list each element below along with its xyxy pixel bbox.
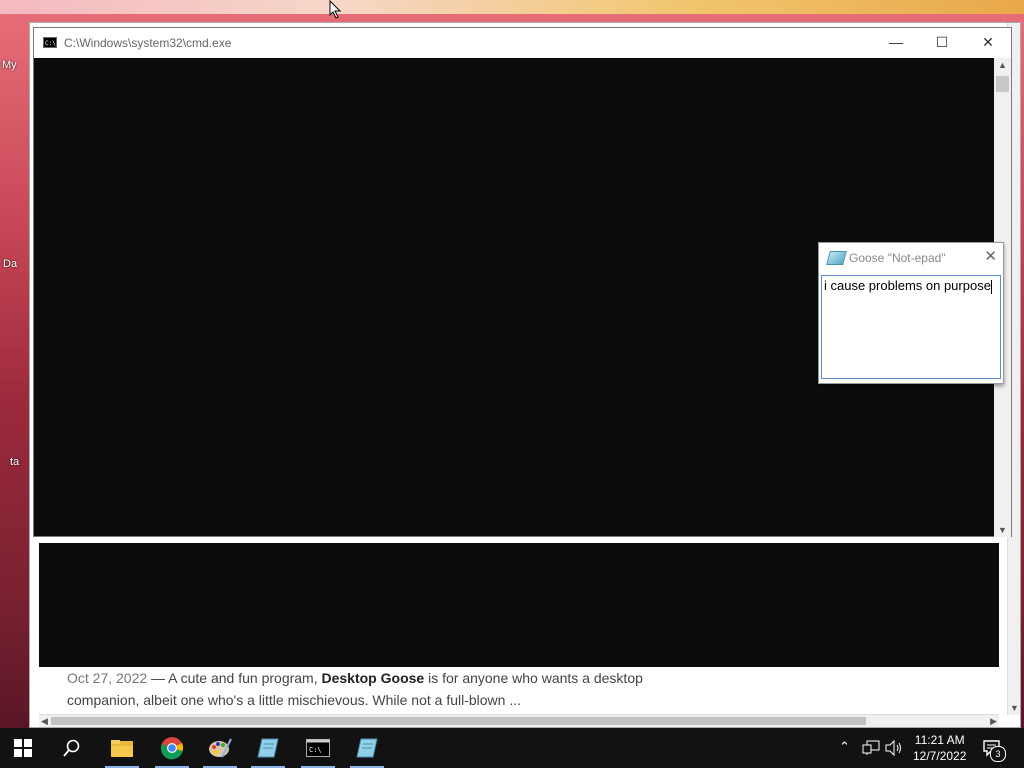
clock-time: 11:21 AM [914, 733, 965, 747]
horizontal-scroll-thumb[interactable] [51, 717, 866, 725]
svg-text:C:\: C:\ [309, 746, 322, 754]
taskbar-paint[interactable] [197, 728, 243, 768]
folder-icon [111, 740, 133, 757]
notepad-icon [257, 738, 279, 758]
desktop-icon-label-da[interactable]: Da [3, 258, 17, 270]
close-button[interactable]: ✕ [965, 28, 1011, 58]
search-result-snippet: Oct 27, 2022 — A cute and fun program, D… [67, 667, 667, 711]
maximize-button[interactable]: ☐ [919, 28, 965, 58]
action-center-button[interactable]: 3 [982, 738, 1006, 762]
scroll-down-arrow-icon[interactable]: ▼ [1010, 703, 1019, 713]
goose-notepad-title-bar[interactable]: Goose "Not-epad" ✕ [819, 243, 1003, 272]
mouse-cursor-icon [329, 0, 342, 19]
goose-notepad-title: Goose "Not-epad" [849, 251, 946, 265]
browser-dark-content [39, 543, 999, 667]
volume-icon[interactable] [885, 740, 903, 756]
scroll-up-arrow-icon[interactable]: ▲ [998, 60, 1007, 70]
taskbar-goose-notepad[interactable] [245, 728, 291, 768]
cmd-title-bar[interactable]: C:\ C:\Windows\system32\cmd.exe — ☐ ✕ [34, 28, 1011, 58]
search-icon [63, 739, 80, 757]
goose-notepad-text-area[interactable]: i cause problems on purpose [821, 275, 1001, 379]
taskbar-chrome[interactable] [149, 728, 195, 768]
start-button[interactable] [0, 728, 46, 768]
goose-note-text: i cause problems on purpose [824, 278, 991, 293]
wallpaper-top-strip [0, 0, 1024, 14]
text-caret [990, 279, 992, 294]
paint-palette-icon [209, 738, 232, 758]
search-button[interactable] [49, 728, 95, 768]
snippet-bold-term: Desktop Goose [321, 670, 425, 686]
chrome-icon [161, 737, 184, 760]
network-icon[interactable] [862, 740, 880, 756]
snippet-date: Oct 27, 2022 [67, 670, 148, 686]
minimize-button[interactable]: — [873, 28, 919, 58]
desktop-icon-label-my[interactable]: My [2, 59, 17, 71]
close-icon[interactable]: ✕ [984, 247, 997, 265]
notification-count-badge: 3 [990, 746, 1006, 762]
cmd-app-icon: C:\ [43, 37, 57, 48]
notepad-icon [356, 738, 378, 758]
notepad-icon [826, 251, 847, 265]
desktop-icon-label-ta[interactable]: ta [10, 456, 19, 468]
goose-notepad-window[interactable]: Goose "Not-epad" ✕ i cause problems on p… [818, 242, 1004, 384]
chevron-up-icon[interactable]: ⌃ [839, 739, 850, 755]
windows-logo-icon [14, 739, 32, 757]
taskbar-file-explorer[interactable] [99, 728, 145, 768]
scroll-left-arrow-icon[interactable]: ◀ [41, 716, 48, 727]
cmd-window-title: C:\Windows\system32\cmd.exe [64, 36, 232, 50]
scroll-right-arrow-icon[interactable]: ▶ [990, 716, 997, 727]
taskbar-cmd[interactable]: C:\ [295, 728, 341, 768]
clock[interactable]: 11:21 AM 12/7/2022 [913, 732, 966, 764]
cmd-scroll-thumb[interactable] [996, 76, 1009, 92]
clock-date: 12/7/2022 [913, 749, 967, 763]
browser-horizontal-scrollbar[interactable]: ◀ ▶ [39, 714, 999, 727]
taskbar-goose-notepad-2[interactable] [344, 728, 390, 768]
cmd-icon: C:\ [306, 739, 330, 757]
taskbar: C:\ ⌃ 11:21 AM 12/7/2022 3 [0, 728, 1024, 768]
scroll-down-arrow-icon[interactable]: ▼ [998, 525, 1007, 535]
snippet-text-part: — A cute and fun program, [147, 670, 322, 686]
